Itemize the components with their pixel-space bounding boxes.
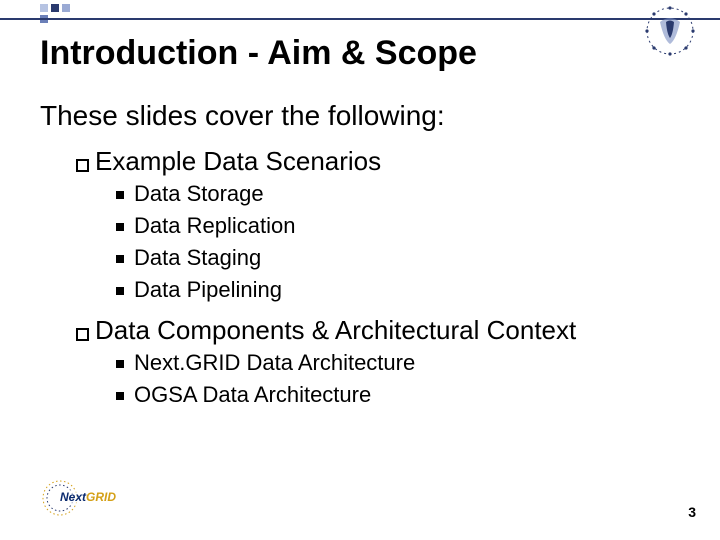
solid-bullet-icon [116, 191, 124, 199]
slide-title: Introduction - Aim & Scope [40, 34, 477, 73]
section-1-heading: Data Components & Architectural Context [76, 315, 680, 346]
list-item: OGSA Data Architecture [116, 382, 680, 408]
footer-brand-left: Next [60, 490, 86, 504]
item-text: Data Pipelining [134, 277, 282, 303]
section-1-items: Next.GRID Data Architecture OGSA Data Ar… [116, 350, 680, 408]
solid-bullet-icon [116, 392, 124, 400]
solid-bullet-icon [116, 223, 124, 231]
lead-text: These slides cover the following: [40, 100, 680, 132]
list-item: Next.GRID Data Architecture [116, 350, 680, 376]
list-item: Data Staging [116, 245, 680, 271]
section-heading-text: Data Components & Architectural Context [95, 315, 576, 346]
solid-bullet-icon [116, 255, 124, 263]
footer-brand-right: GRID [86, 490, 116, 504]
section-0-items: Data Storage Data Replication Data Stagi… [116, 181, 680, 303]
solid-bullet-icon [116, 287, 124, 295]
section-heading-text: Example Data Scenarios [95, 146, 381, 177]
item-text: Data Staging [134, 245, 261, 271]
list-item: Data Replication [116, 213, 680, 239]
item-text: Data Replication [134, 213, 295, 239]
nextgrid-logo: NextGRID [34, 476, 124, 520]
section-1: Data Components & Architectural Context … [76, 315, 680, 408]
item-text: Data Storage [134, 181, 264, 207]
hollow-bullet-icon [76, 328, 89, 341]
list-item: Data Pipelining [116, 277, 680, 303]
header-accent-dots [40, 4, 70, 23]
hollow-bullet-icon [76, 159, 89, 172]
solid-bullet-icon [116, 360, 124, 368]
eu-stars-logo [638, 2, 702, 60]
page-number: 3 [688, 504, 696, 520]
item-text: OGSA Data Architecture [134, 382, 371, 408]
item-text: Next.GRID Data Architecture [134, 350, 415, 376]
section-0: Example Data Scenarios Data Storage Data… [76, 146, 680, 303]
list-item: Data Storage [116, 181, 680, 207]
slide-body: These slides cover the following: Exampl… [40, 100, 680, 420]
header-rule [0, 18, 720, 20]
section-0-heading: Example Data Scenarios [76, 146, 680, 177]
